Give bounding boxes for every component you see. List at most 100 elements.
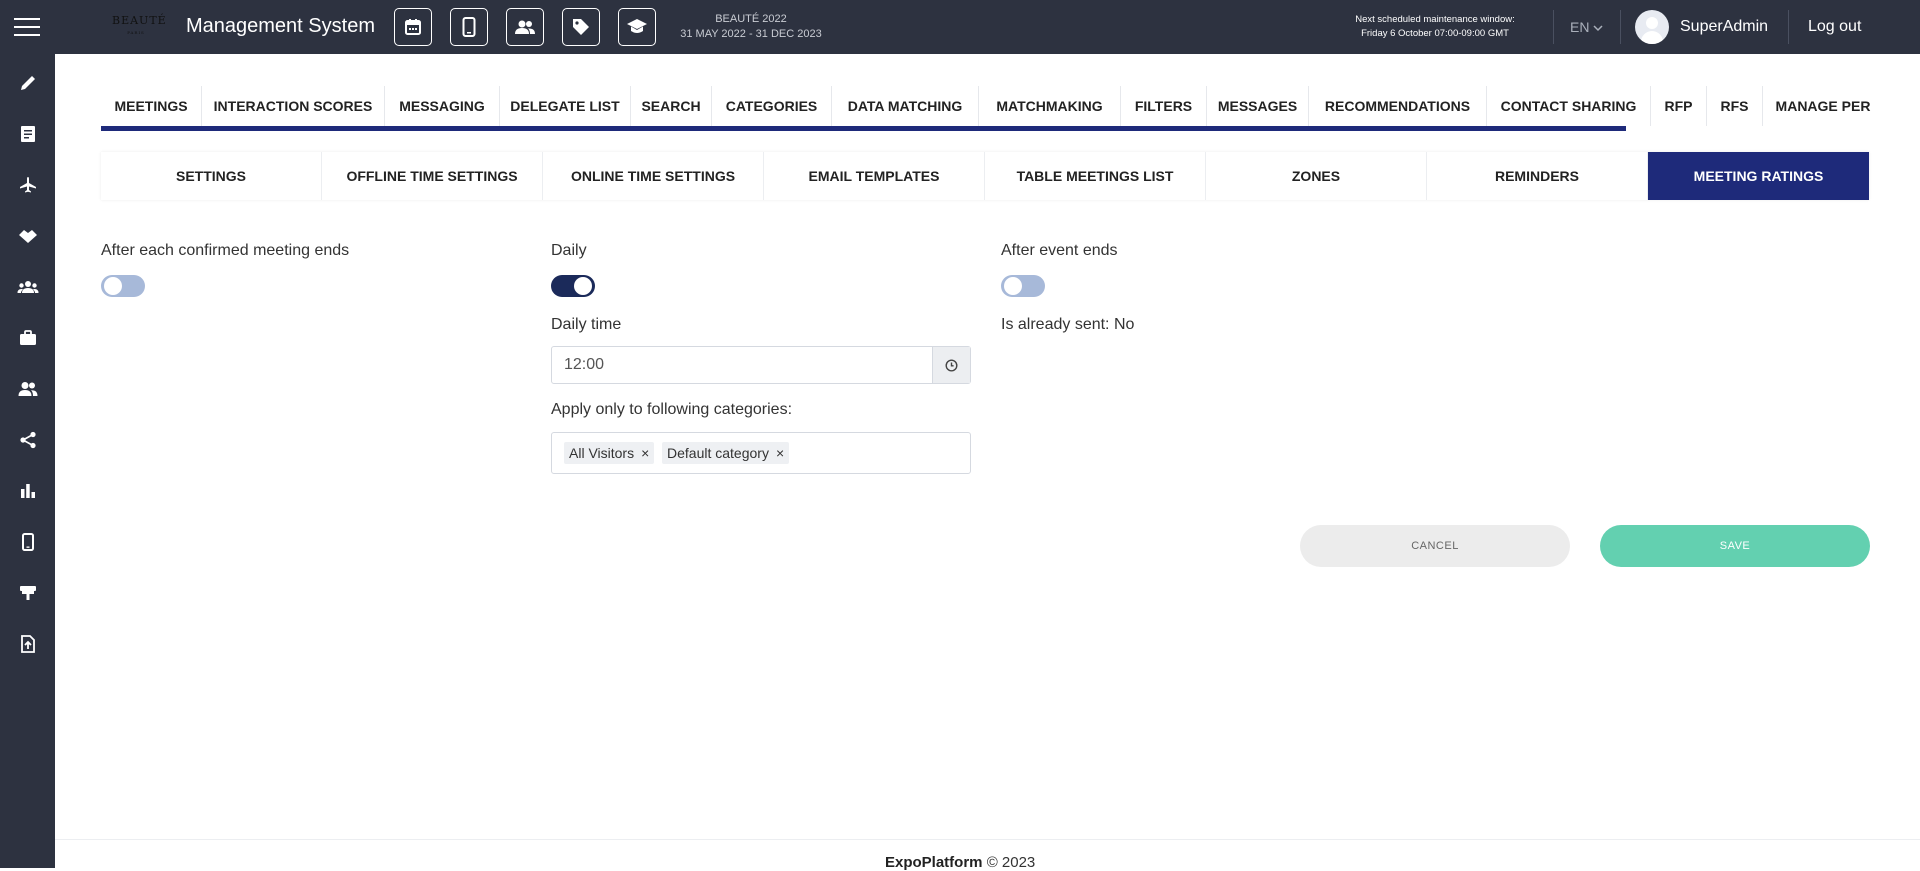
- tab-delegate-list[interactable]: DELEGATE LIST: [500, 86, 631, 126]
- sidebar-item-exhibitors[interactable]: [0, 318, 55, 358]
- tab-manage-permissions[interactable]: MANAGE PER: [1763, 86, 1883, 126]
- after-event-label: After event ends: [1001, 242, 1118, 259]
- education-button[interactable]: [618, 8, 656, 46]
- category-chip-label: All Visitors: [569, 445, 635, 461]
- categories-select[interactable]: All Visitors × Default category ×: [551, 432, 971, 474]
- tab-filters[interactable]: FILTERS: [1121, 86, 1207, 126]
- tags-button[interactable]: [562, 8, 600, 46]
- people-icon: [515, 20, 535, 34]
- event-logo: BEAUTÉ PARIS: [112, 14, 167, 36]
- subtab-reminders[interactable]: REMINDERS: [1427, 152, 1648, 200]
- divider: [1620, 10, 1621, 44]
- tab-categories[interactable]: CATEGORIES: [712, 86, 832, 126]
- mobile-icon: [21, 533, 34, 551]
- divider: [1788, 10, 1789, 44]
- maintenance-notice: Next scheduled maintenance window: Frida…: [1340, 13, 1530, 41]
- tab-rfs[interactable]: RFS: [1707, 86, 1763, 126]
- sidebar-item-groups[interactable]: [0, 267, 55, 307]
- subtab-table-meetings-list[interactable]: TABLE MEETINGS LIST: [985, 152, 1206, 200]
- sidebar-item-users[interactable]: [0, 369, 55, 409]
- remove-chip-icon[interactable]: ×: [776, 445, 784, 461]
- subtab-email-templates[interactable]: EMAIL TEMPLATES: [764, 152, 985, 200]
- sidebar-item-travel[interactable]: [0, 165, 55, 205]
- save-button[interactable]: SAVE: [1600, 525, 1870, 567]
- tab-meetings[interactable]: MEETINGS: [101, 86, 202, 126]
- avatar[interactable]: [1635, 10, 1669, 44]
- tab-recommendations[interactable]: RECOMMENDATIONS: [1309, 86, 1487, 126]
- footer: ExpoPlatform © 2023: [885, 854, 1035, 871]
- footer-divider: [55, 839, 1920, 840]
- subtab-offline-time-settings[interactable]: OFFLINE TIME SETTINGS: [322, 152, 543, 200]
- language-selector[interactable]: EN: [1570, 19, 1603, 35]
- logout-button[interactable]: Log out: [1808, 18, 1861, 36]
- document-icon: [20, 126, 35, 142]
- already-sent-status: Is already sent: No: [1001, 316, 1135, 333]
- module-tabs: MEETINGS INTERACTION SCORES MESSAGING DE…: [101, 86, 1920, 132]
- category-chip-label: Default category: [667, 445, 769, 461]
- subtab-zones[interactable]: ZONES: [1206, 152, 1427, 200]
- remove-chip-icon[interactable]: ×: [641, 445, 649, 461]
- users-icon: [18, 382, 37, 396]
- sidebar-item-share[interactable]: [0, 420, 55, 460]
- top-bar: BEAUTÉ PARIS Management System BEAUTÉ 202…: [0, 0, 1920, 54]
- daily-time-field: [551, 346, 971, 384]
- subtab-online-time-settings[interactable]: ONLINE TIME SETTINGS: [543, 152, 764, 200]
- main-content: MEETINGS INTERACTION SCORES MESSAGING DE…: [55, 54, 1920, 871]
- maintenance-time: Friday 6 October 07:00-09:00 GMT: [1361, 28, 1509, 39]
- tab-rfp[interactable]: RFP: [1651, 86, 1707, 126]
- sidebar: [0, 54, 55, 868]
- pencil-icon: [20, 76, 35, 90]
- subtab-meeting-ratings[interactable]: MEETING RATINGS: [1648, 152, 1869, 200]
- tab-data-matching[interactable]: DATA MATCHING: [832, 86, 979, 126]
- tab-matchmaking[interactable]: MATCHMAKING: [979, 86, 1121, 126]
- footer-copyright: © 2023: [986, 854, 1036, 871]
- sidebar-item-booths[interactable]: [0, 573, 55, 613]
- tabbar-scroll-indicator: [101, 126, 1626, 131]
- username: SuperAdmin: [1680, 18, 1769, 35]
- group-icon: [17, 281, 38, 293]
- sidebar-item-analytics[interactable]: [0, 471, 55, 511]
- sidebar-item-partnerships[interactable]: [0, 216, 55, 256]
- category-chip: Default category ×: [662, 442, 790, 464]
- tab-messages[interactable]: MESSAGES: [1207, 86, 1309, 126]
- categories-label: Apply only to following categories:: [551, 401, 793, 418]
- language-label: EN: [1570, 19, 1590, 35]
- sidebar-item-edit[interactable]: [0, 63, 55, 103]
- cancel-button[interactable]: CANCEL: [1300, 525, 1570, 567]
- clock-button[interactable]: [932, 347, 970, 383]
- tab-search[interactable]: SEARCH: [631, 86, 712, 126]
- event-name: BEAUTÉ 2022: [715, 13, 787, 25]
- handshake-icon: [18, 230, 37, 243]
- calendar-button[interactable]: [394, 8, 432, 46]
- after-meeting-toggle[interactable]: [101, 275, 145, 297]
- mobile-app-button[interactable]: [450, 8, 488, 46]
- maintenance-title: Next scheduled maintenance window:: [1355, 14, 1515, 25]
- tab-interaction-scores[interactable]: INTERACTION SCORES: [202, 86, 385, 126]
- booth-icon: [19, 586, 36, 600]
- sidebar-item-mobile[interactable]: [0, 522, 55, 562]
- file-upload-icon: [20, 635, 35, 653]
- mobile-icon: [462, 17, 476, 37]
- divider: [1553, 10, 1554, 44]
- meeting-subtabs: SETTINGS OFFLINE TIME SETTINGS ONLINE TI…: [101, 152, 1869, 200]
- subtab-settings[interactable]: SETTINGS: [101, 152, 322, 200]
- after-event-toggle[interactable]: [1001, 275, 1045, 297]
- footer-brand: ExpoPlatform: [885, 854, 983, 871]
- hamburger-menu-icon[interactable]: [14, 18, 40, 36]
- event-info: BEAUTÉ 2022 31 MAY 2022 - 31 DEC 2023: [680, 12, 822, 42]
- bar-chart-icon: [20, 484, 35, 498]
- category-chip: All Visitors ×: [564, 442, 655, 464]
- tab-messaging[interactable]: MESSAGING: [385, 86, 500, 126]
- tab-contact-sharing[interactable]: CONTACT SHARING: [1487, 86, 1651, 126]
- airplane-icon: [19, 177, 36, 193]
- sidebar-item-documents[interactable]: [0, 114, 55, 154]
- clock-icon: [945, 358, 958, 372]
- after-meeting-label: After each confirmed meeting ends: [101, 242, 350, 259]
- share-icon: [19, 431, 36, 449]
- daily-toggle[interactable]: [551, 275, 595, 297]
- daily-time-input[interactable]: [552, 347, 932, 383]
- calendar-icon: [405, 19, 421, 35]
- people-button[interactable]: [506, 8, 544, 46]
- sidebar-item-import[interactable]: [0, 624, 55, 664]
- daily-time-label: Daily time: [551, 316, 622, 333]
